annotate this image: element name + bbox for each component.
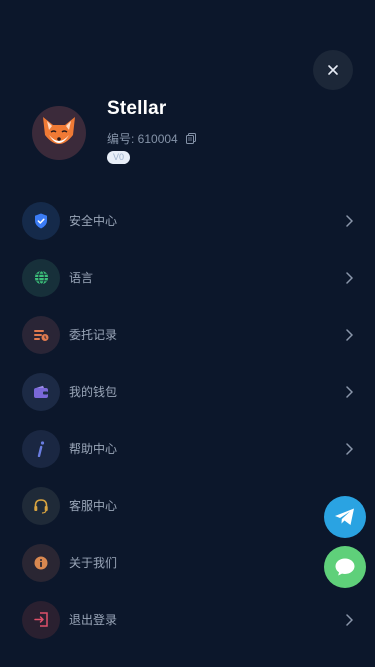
menu-icon-wrap — [22, 429, 60, 468]
chevron-right-icon — [344, 385, 354, 399]
menu-icon-wrap — [22, 543, 60, 582]
chevron-right-icon — [344, 613, 354, 627]
menu-label-records: 委托记录 — [69, 328, 118, 342]
menu-icon-wrap — [22, 315, 60, 354]
username: Stellar — [107, 98, 167, 119]
user-id-row: 编号: 610004 — [107, 130, 196, 147]
settings-menu: 安全中心 语言 委托记录 我的钱包 帮助中心 客服中心 关于我们 退出登录 — [0, 192, 375, 648]
menu-icon-wrap — [22, 201, 60, 240]
records-icon — [34, 329, 49, 341]
wallet-icon — [34, 385, 48, 398]
logout-icon — [33, 612, 48, 627]
menu-item-wallet[interactable]: 我的钱包 — [0, 363, 375, 420]
chevron-right-icon — [344, 271, 354, 285]
menu-item-help[interactable]: 帮助中心 — [0, 420, 375, 477]
menu-item-logout[interactable]: 退出登录 — [0, 591, 375, 648]
globe-icon — [34, 270, 48, 285]
menu-icon-wrap — [22, 372, 60, 411]
headset-icon — [34, 498, 48, 514]
level-badge: V0 — [107, 151, 131, 164]
chevron-right-icon — [344, 328, 354, 342]
info-italic-icon — [37, 440, 45, 457]
menu-label-logout: 退出登录 — [69, 613, 118, 627]
menu-label-language: 语言 — [69, 271, 94, 285]
menu-label-support: 客服中心 — [69, 499, 118, 513]
fox-avatar-icon — [43, 117, 75, 144]
menu-label-wallet: 我的钱包 — [69, 385, 118, 399]
shield-icon — [35, 213, 47, 228]
copy-button[interactable] — [185, 133, 196, 144]
close-button[interactable] — [313, 50, 353, 90]
telegram-button[interactable] — [324, 496, 366, 538]
menu-label-about: 关于我们 — [69, 556, 118, 570]
chat-button[interactable] — [324, 546, 366, 588]
menu-item-language[interactable]: 语言 — [0, 249, 375, 306]
menu-item-security[interactable]: 安全中心 — [0, 192, 375, 249]
menu-icon-wrap — [22, 258, 60, 297]
close-icon — [328, 65, 338, 75]
menu-item-records[interactable]: 委托记录 — [0, 306, 375, 363]
menu-icon-wrap — [22, 600, 60, 639]
copy-icon — [185, 133, 196, 144]
telegram-icon — [335, 508, 354, 525]
avatar[interactable] — [32, 106, 86, 160]
chevron-right-icon — [344, 442, 354, 456]
menu-icon-wrap — [22, 486, 60, 525]
chat-bubble-icon — [335, 558, 355, 576]
user-id: 编号: 610004 — [107, 132, 178, 146]
menu-label-security: 安全中心 — [69, 214, 118, 228]
chevron-right-icon — [344, 214, 354, 228]
info-circle-icon — [34, 556, 48, 569]
menu-item-support[interactable]: 客服中心 — [0, 477, 375, 534]
menu-item-about[interactable]: 关于我们 — [0, 534, 375, 591]
menu-label-help: 帮助中心 — [69, 442, 118, 456]
